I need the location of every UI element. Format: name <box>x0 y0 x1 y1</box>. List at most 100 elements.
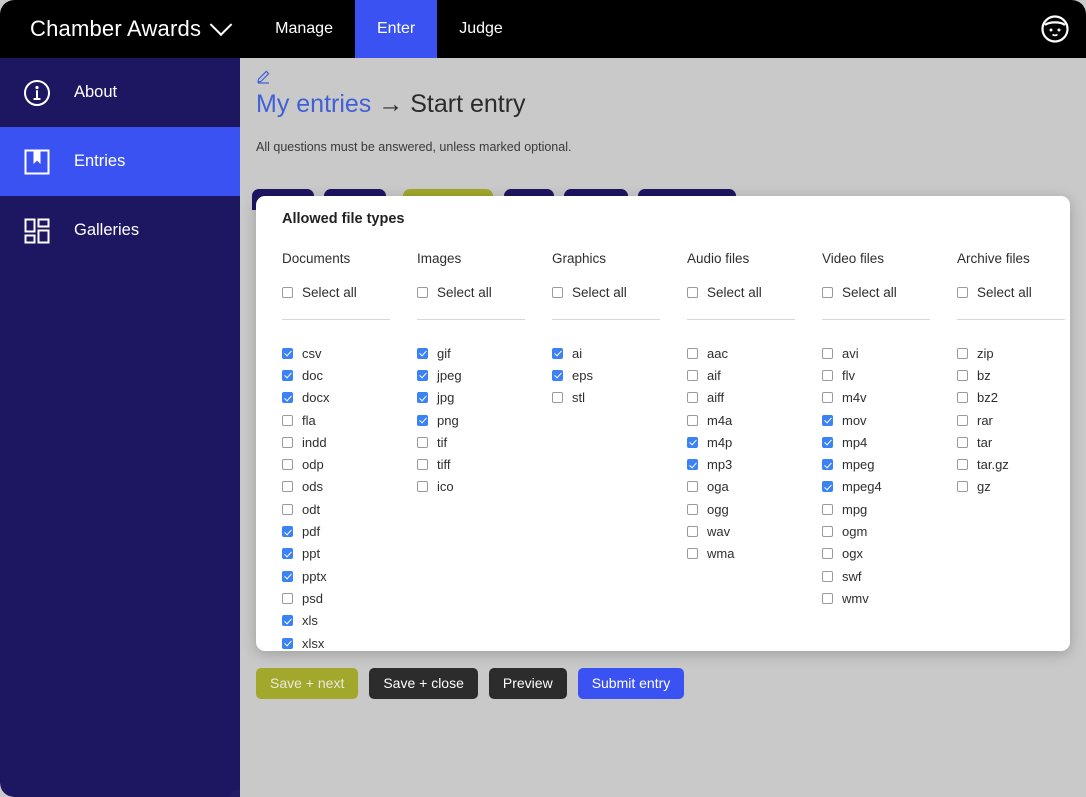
checkbox-icon[interactable] <box>687 548 698 560</box>
select-all-checkbox-row[interactable]: Select all <box>552 285 687 300</box>
checkbox-icon[interactable] <box>417 369 428 381</box>
file-type-option[interactable]: wma <box>687 543 822 565</box>
checkbox-icon[interactable] <box>417 459 428 471</box>
checkbox-icon[interactable] <box>687 436 698 448</box>
file-type-option[interactable]: tar <box>957 431 1070 453</box>
file-type-option[interactable]: csv <box>282 342 417 364</box>
checkbox-icon[interactable] <box>957 414 968 426</box>
checkbox-icon[interactable] <box>282 414 293 426</box>
top-nav-tab-enter[interactable]: Enter <box>354 0 438 58</box>
checkbox-icon[interactable] <box>687 287 698 298</box>
file-type-option[interactable]: odp <box>282 453 417 475</box>
top-nav-tab-judge[interactable]: Judge <box>437 0 525 58</box>
file-type-option[interactable]: m4v <box>822 387 957 409</box>
checkbox-icon[interactable] <box>957 287 968 298</box>
checkbox-icon[interactable] <box>282 459 293 471</box>
checkbox-icon[interactable] <box>957 392 968 404</box>
file-type-option[interactable]: tiff <box>417 453 552 475</box>
checkbox-icon[interactable] <box>822 481 833 493</box>
file-type-option[interactable]: bz2 <box>957 387 1070 409</box>
file-type-option[interactable]: m4p <box>687 431 822 453</box>
pencil-edit-icon[interactable] <box>256 68 272 84</box>
file-type-option[interactable]: jpeg <box>417 364 552 386</box>
checkbox-icon[interactable] <box>282 392 293 404</box>
file-type-option[interactable]: odt <box>282 498 417 520</box>
checkbox-icon[interactable] <box>282 287 293 298</box>
checkbox-icon[interactable] <box>687 459 698 471</box>
sidebar-item-galleries[interactable]: Galleries <box>0 196 240 265</box>
checkbox-icon[interactable] <box>282 369 293 381</box>
file-type-option[interactable]: mp4 <box>822 431 957 453</box>
checkbox-icon[interactable] <box>822 526 833 538</box>
file-type-option[interactable]: rar <box>957 409 1070 431</box>
file-type-option[interactable]: ogg <box>687 498 822 520</box>
checkbox-icon[interactable] <box>822 548 833 560</box>
file-type-option[interactable]: gif <box>417 342 552 364</box>
save-next-button[interactable]: Save + next <box>256 668 359 700</box>
checkbox-icon[interactable] <box>822 287 833 298</box>
checkbox-icon[interactable] <box>417 481 428 493</box>
checkbox-icon[interactable] <box>822 570 833 582</box>
select-all-checkbox-row[interactable]: Select all <box>957 285 1070 300</box>
file-type-option[interactable]: flv <box>822 364 957 386</box>
file-type-option[interactable]: jpg <box>417 387 552 409</box>
top-nav-tab-manage[interactable]: Manage <box>253 0 355 58</box>
checkbox-icon[interactable] <box>687 481 698 493</box>
file-type-option[interactable]: oga <box>687 476 822 498</box>
file-type-option[interactable]: docx <box>282 387 417 409</box>
file-type-option[interactable]: tif <box>417 431 552 453</box>
checkbox-icon[interactable] <box>282 436 293 448</box>
checkbox-icon[interactable] <box>957 369 968 381</box>
checkbox-icon[interactable] <box>417 392 428 404</box>
checkbox-icon[interactable] <box>282 347 293 359</box>
checkbox-icon[interactable] <box>822 392 833 404</box>
file-type-option[interactable]: ogx <box>822 543 957 565</box>
checkbox-icon[interactable] <box>417 436 428 448</box>
file-type-option[interactable]: mpeg4 <box>822 476 957 498</box>
file-type-option[interactable]: swf <box>822 565 957 587</box>
file-type-option[interactable]: xlsx <box>282 632 417 651</box>
checkbox-icon[interactable] <box>687 347 698 359</box>
checkbox-icon[interactable] <box>957 459 968 471</box>
submit-entry-button[interactable]: Submit entry <box>577 668 685 700</box>
file-type-option[interactable]: wmv <box>822 587 957 609</box>
checkbox-icon[interactable] <box>822 592 833 604</box>
file-type-option[interactable]: tar.gz <box>957 453 1070 475</box>
file-type-option[interactable]: aiff <box>687 387 822 409</box>
checkbox-icon[interactable] <box>417 414 428 426</box>
file-type-option[interactable]: bz <box>957 364 1070 386</box>
file-type-option[interactable]: ods <box>282 476 417 498</box>
sidebar-item-about[interactable]: About <box>0 58 240 127</box>
file-type-option[interactable]: pptx <box>282 565 417 587</box>
checkbox-icon[interactable] <box>282 481 293 493</box>
file-type-option[interactable]: mp3 <box>687 453 822 475</box>
checkbox-icon[interactable] <box>822 414 833 426</box>
file-type-option[interactable]: png <box>417 409 552 431</box>
checkbox-icon[interactable] <box>687 526 698 538</box>
checkbox-icon[interactable] <box>687 503 698 515</box>
file-type-option[interactable]: indd <box>282 431 417 453</box>
file-type-option[interactable]: ogm <box>822 520 957 542</box>
brand-menu[interactable]: Chamber Awards <box>0 0 253 58</box>
avatar[interactable] <box>1038 12 1072 46</box>
file-type-option[interactable]: mpeg <box>822 453 957 475</box>
checkbox-icon[interactable] <box>957 347 968 359</box>
checkbox-icon[interactable] <box>552 347 563 359</box>
file-type-option[interactable]: stl <box>552 387 687 409</box>
checkbox-icon[interactable] <box>282 615 293 627</box>
select-all-checkbox-row[interactable]: Select all <box>417 285 552 300</box>
file-type-option[interactable]: doc <box>282 364 417 386</box>
checkbox-icon[interactable] <box>687 369 698 381</box>
checkbox-icon[interactable] <box>282 637 293 649</box>
checkbox-icon[interactable] <box>282 548 293 560</box>
checkbox-icon[interactable] <box>957 436 968 448</box>
file-type-option[interactable]: ico <box>417 476 552 498</box>
file-type-option[interactable]: zip <box>957 342 1070 364</box>
checkbox-icon[interactable] <box>282 592 293 604</box>
file-type-option[interactable]: mov <box>822 409 957 431</box>
file-type-option[interactable]: psd <box>282 587 417 609</box>
checkbox-icon[interactable] <box>822 436 833 448</box>
checkbox-icon[interactable] <box>822 503 833 515</box>
checkbox-icon[interactable] <box>282 570 293 582</box>
save-close-button[interactable]: Save + close <box>369 668 478 700</box>
